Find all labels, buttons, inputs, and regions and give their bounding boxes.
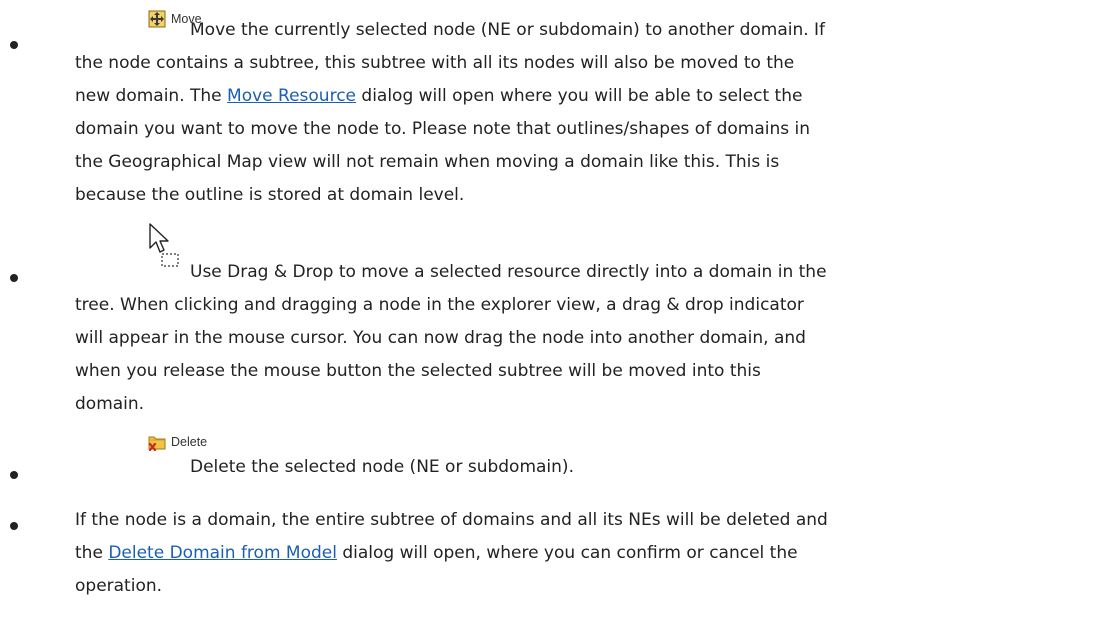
move-icon <box>148 10 166 28</box>
delete-folder-icon <box>148 436 166 451</box>
delete-domain-from-model-link[interactable]: Delete Domain from Model <box>108 543 337 563</box>
text-line: Use Drag & Drop to move a selected resou… <box>190 262 827 282</box>
drag-drop-cursor-icon <box>149 223 179 267</box>
bullet <box>10 41 18 49</box>
text-line: the node contains a subtree, this subtre… <box>75 53 795 73</box>
bullet <box>10 274 18 282</box>
delete-icon-label: Delete <box>171 435 208 449</box>
text-line: new domain. The Move Resource dialog wil… <box>75 86 803 106</box>
text-line: the Geographical Map view will not remai… <box>75 152 780 172</box>
text-line: tree. When clicking and dragging a node … <box>75 295 804 315</box>
text-line: because the outline is stored at domain … <box>75 185 465 205</box>
bullet <box>10 522 18 530</box>
text-line: when you release the mouse button the se… <box>75 361 761 381</box>
text-line: Move the currently selected node (NE or … <box>190 20 826 40</box>
text-line: operation. <box>75 576 163 596</box>
text-line: Delete the selected node (NE or subdomai… <box>190 457 574 477</box>
text-line: will appear in the mouse cursor. You can… <box>75 328 806 348</box>
help-document: Move Move the currently selected node (N… <box>0 0 1110 644</box>
delete-toolbar-button-image: Delete <box>148 432 207 452</box>
bullet <box>10 471 18 479</box>
text-line: domain you want to move the node to. Ple… <box>75 119 811 139</box>
move-resource-link[interactable]: Move Resource <box>227 86 356 106</box>
text-line: domain. <box>75 394 145 414</box>
text-line: the Delete Domain from Model dialog will… <box>75 543 798 563</box>
text-line: If the node is a domain, the entire subt… <box>75 510 828 530</box>
